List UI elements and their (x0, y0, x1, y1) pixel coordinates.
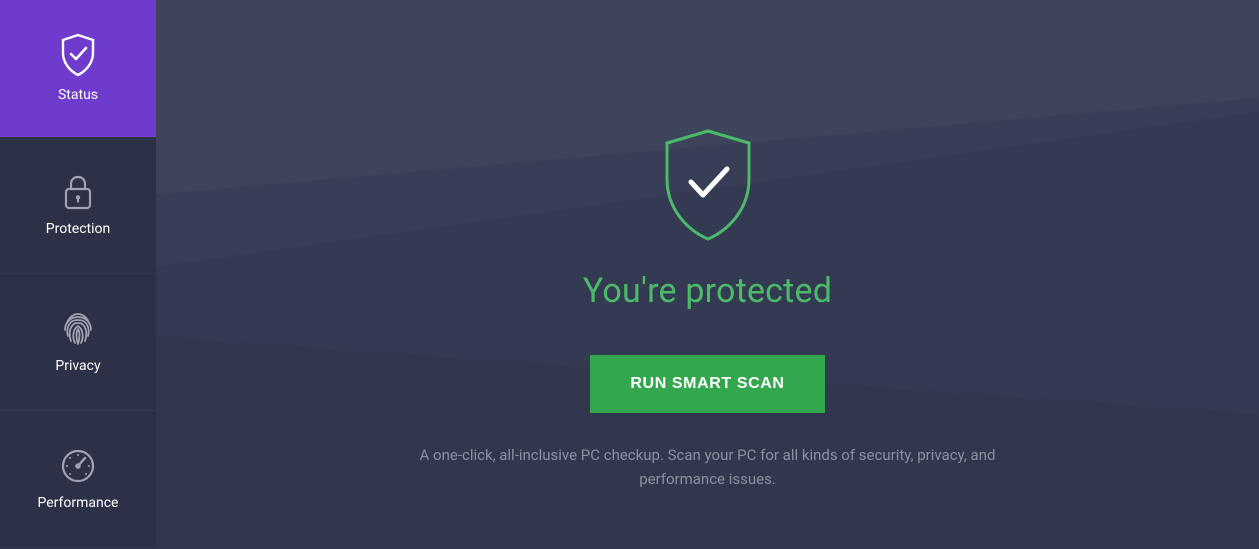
sidebar-item-label: Status (58, 87, 98, 103)
gauge-icon (59, 447, 97, 485)
run-smart-scan-button[interactable]: RUN SMART SCAN (590, 355, 824, 413)
sidebar-item-status[interactable]: Status (0, 0, 156, 137)
fingerprint-icon (59, 310, 97, 348)
sidebar-item-label: Privacy (55, 358, 100, 374)
sidebar-item-label: Protection (46, 221, 110, 237)
main-content: You're protected RUN SMART SCAN A one-cl… (156, 0, 1259, 549)
sidebar-item-privacy[interactable]: Privacy (0, 274, 156, 411)
sidebar-item-protection[interactable]: Protection (0, 137, 156, 274)
sidebar-item-performance[interactable]: Performance (0, 411, 156, 548)
status-description: A one-click, all-inclusive PC checkup. S… (398, 443, 1018, 491)
sidebar-item-label: Performance (38, 495, 119, 511)
status-title: You're protected (583, 271, 832, 311)
sidebar: Status Protection Privacy (0, 0, 156, 549)
lock-icon (61, 173, 95, 211)
shield-check-icon (59, 33, 97, 77)
status-shield-icon (653, 125, 763, 249)
